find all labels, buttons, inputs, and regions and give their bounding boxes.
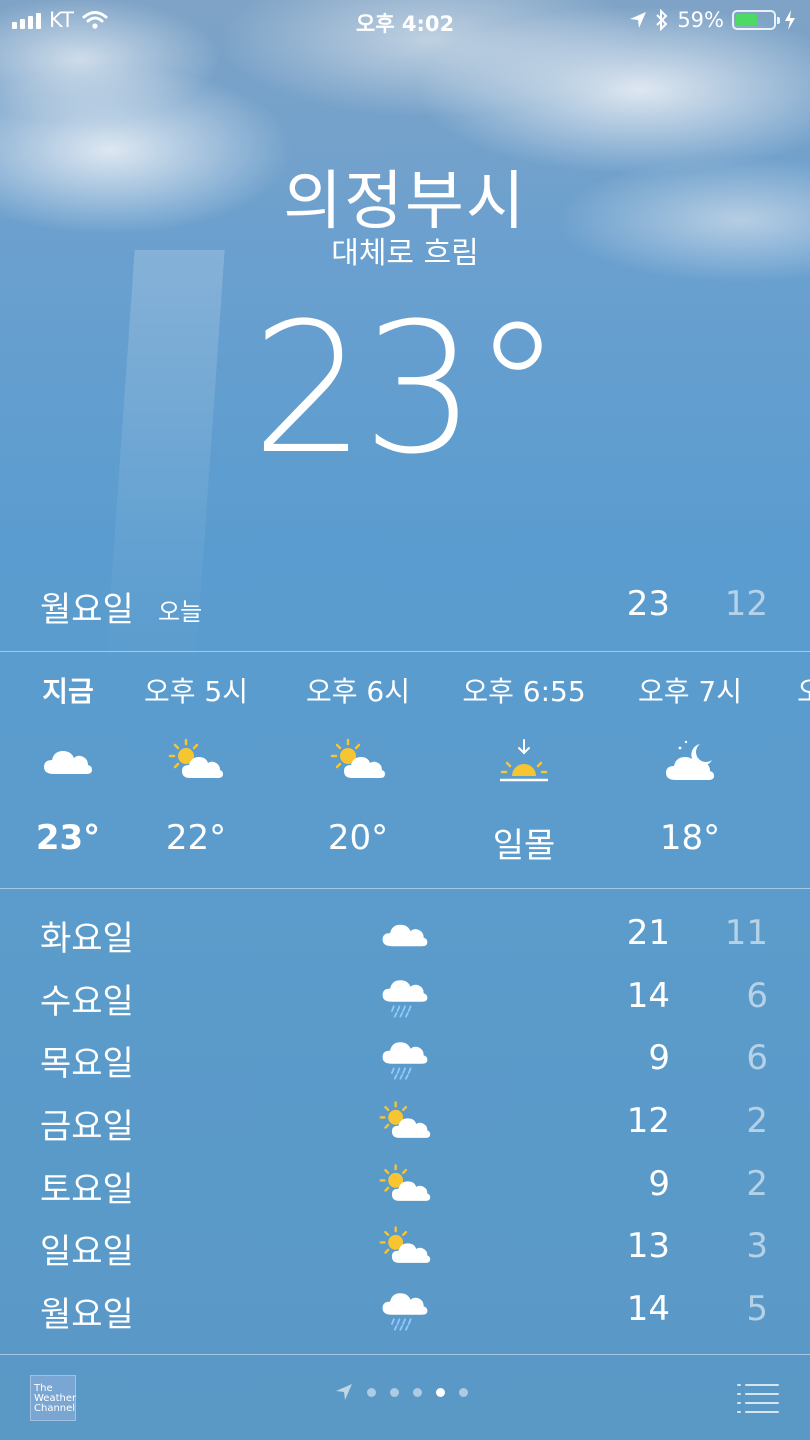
partly-sunny-icon [328,732,388,792]
daily-forecast[interactable]: 화요일 21 11 수요일 14 6 목요일 9 6 금요일 12 2 토요일 9 2 일요일 13 3 월요일 14… [0,905,810,1344]
daily-row: 일요일 13 3 [0,1218,810,1281]
hourly-time: 오후 7시 [638,675,742,708]
daily-low: 11 [724,913,768,953]
partly-sunny-icon [377,1099,433,1147]
daily-day: 금요일 [40,1107,134,1148]
page-dot[interactable] [459,1387,468,1397]
battery-icon [732,10,780,30]
bluetooth-icon [656,9,668,31]
page-dot[interactable] [367,1387,376,1397]
today-row: 월요일 오늘 23 12 [0,580,810,650]
hourly-value: 20° [327,818,389,858]
today-day: 월요일 [40,590,134,630]
hourly-time: 지금 [42,675,94,708]
partly-cloudy-night-icon [660,732,720,792]
list-icon[interactable] [736,1381,780,1415]
daily-high: 13 [626,1226,670,1267]
daily-low: 2 [746,1101,768,1142]
cloud-icon [377,911,433,959]
status-right: 59% [629,8,796,32]
hourly-value: 18° [659,818,721,858]
daily-low: 6 [746,1038,768,1079]
hourly-time: 오후 5시 [144,675,248,708]
today-low: 12 [724,584,768,624]
daily-high: 12 [626,1101,670,1142]
page-dot[interactable] [436,1387,445,1397]
weather-channel-logo[interactable]: The Weather Channel [30,1375,76,1421]
daily-day: 월요일 [40,1295,134,1336]
daily-day: 수요일 [40,981,134,1022]
battery-fill [736,14,757,26]
page-dot[interactable] [390,1387,399,1397]
daily-row: 화요일 21 11 [0,905,810,968]
daily-high: 14 [626,975,670,1016]
daily-row: 월요일 14 5 [0,1281,810,1344]
partly-sunny-icon [166,732,226,792]
daily-low: 5 [746,1289,768,1330]
hourly-value: 23° [35,818,101,858]
divider [0,888,810,889]
daily-low: 6 [746,975,768,1016]
daily-high: 21 [626,913,670,953]
location-arrow-icon [630,12,647,28]
battery-percent: 59% [677,8,724,32]
charging-icon [785,10,795,30]
daily-low: 3 [746,1226,768,1267]
hourly-value: 일몰 [492,826,556,866]
daily-high: 14 [626,1289,670,1330]
partly-sunny-icon [377,1224,433,1272]
hourly-forecast[interactable]: 지금 23° 오후 5시 22° 오후 6시 20° 오후 6:55 일몰 오후 7시 18° 오 [0,652,810,888]
daily-high: 9 [648,1163,670,1204]
today-high: 23 [626,584,670,624]
location-arrow-icon [336,1384,352,1400]
daily-day: 목요일 [40,1044,134,1085]
cloud-icon [38,732,98,792]
current-temperature: 23° [251,285,562,494]
daily-row: 토요일 9 2 [0,1156,810,1219]
daily-day: 화요일 [40,919,134,959]
weather-condition: 대체로 흐림 [331,236,479,271]
hourly-time: 오후 6:55 [462,675,586,708]
bottom-toolbar: The Weather Channel [0,1355,810,1440]
rain-icon [377,1287,433,1335]
status-bar: KT 오후 4:02 59% [0,0,810,40]
sunset-icon [494,732,554,792]
partly-sunny-icon [377,1162,433,1210]
daily-row: 수요일 14 6 [0,968,810,1031]
daily-high: 9 [648,1038,670,1079]
daily-day: 토요일 [40,1169,134,1210]
daily-day: 일요일 [40,1232,134,1273]
today-tag: 오늘 [158,598,203,626]
daily-row: 금요일 12 2 [0,1093,810,1156]
hourly-time: 오 [797,675,810,708]
rain-icon [377,974,433,1022]
hourly-value: 22° [165,818,227,858]
daily-row: 목요일 9 6 [0,1030,810,1093]
daily-low: 2 [746,1163,768,1204]
rain-icon [377,1036,433,1084]
page-indicator[interactable] [335,1383,468,1401]
hourly-time: 오후 6시 [306,675,410,708]
page-dot[interactable] [413,1387,422,1397]
